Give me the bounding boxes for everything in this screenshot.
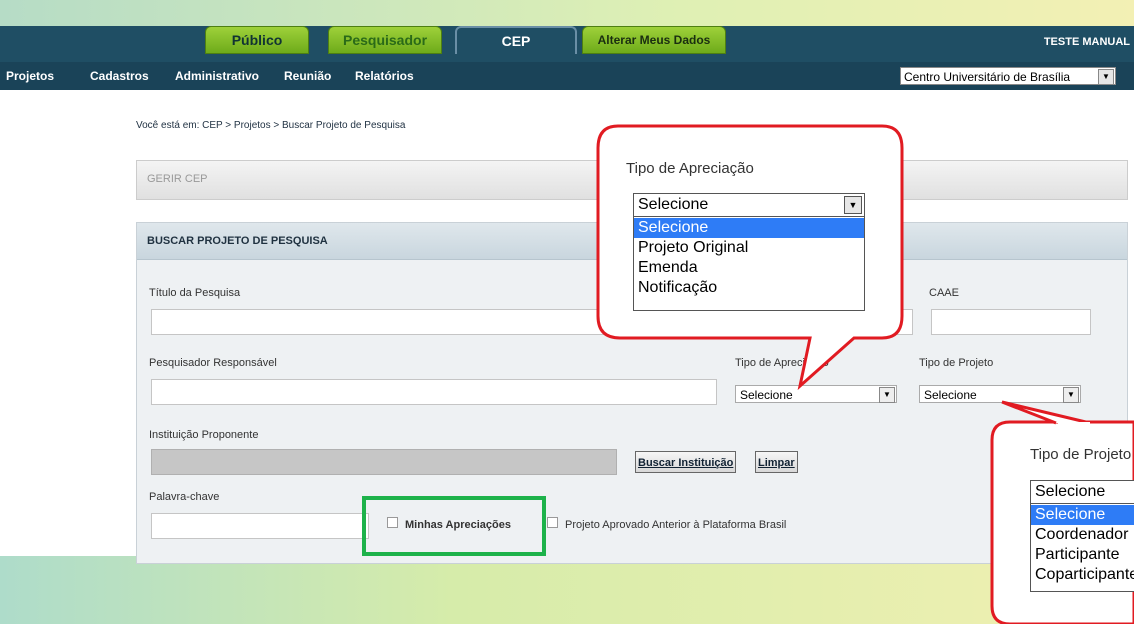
projeto-aprovado-checkbox[interactable] [547,517,558,528]
tab-bar: Público Pesquisador CEP Alterar Meus Dad… [0,26,1134,62]
titulo-label: Título da Pesquisa [149,287,241,299]
menu-item-relatorios[interactable]: Relatórios [355,62,414,90]
menu-item-projetos[interactable]: Projetos [6,62,54,90]
callout-apreciacao-title: Tipo de Apreciação [626,160,754,177]
institution-select[interactable]: Centro Universitário de Brasília ▼ [900,67,1116,85]
buscar-instituicao-button[interactable]: Buscar Instituição [635,451,737,473]
limpar-button[interactable]: Limpar [755,451,798,473]
dropdown-option[interactable]: Coordenador [1031,525,1134,545]
chevron-down-icon: ▼ [844,196,862,214]
tab-publico[interactable]: Público [205,26,309,54]
callout-apreciacao-dropdown[interactable]: Selecione ▼ Selecione Projeto Original Eme… [633,193,865,311]
dropdown-option[interactable]: Selecione [634,218,864,238]
callout-apreciacao-options: Selecione Projeto Original Emenda Notificaç… [634,218,864,298]
panel-title: BUSCAR PROJETO DE PESQUISA [147,235,328,247]
tipo-projeto-label: Tipo de Projeto [919,357,994,369]
dropdown-option[interactable]: Notificação [634,278,864,298]
user-name: TESTE MANUAL [1043,36,1130,48]
chevron-down-icon: ▼ [1098,69,1114,85]
dropdown-option[interactable]: Projeto Original [634,238,864,258]
breadcrumb: Você está em: CEP > Projetos > Buscar Pr… [136,120,406,131]
left-margin [0,90,108,556]
palavra-chave-input[interactable] [151,513,369,539]
instituicao-input [151,449,617,475]
caae-label: CAAE [929,287,959,299]
callout-apreciacao-selected-value: Selecione [638,196,709,213]
callout-projeto-title: Tipo de Projeto [1030,446,1132,463]
caae-input[interactable] [931,309,1091,335]
palavra-chave-label: Palavra-chave [149,491,220,503]
callout-projeto-pointer [1001,400,1091,426]
dropdown-option[interactable]: Emenda [634,258,864,278]
menu-item-cadastros[interactable]: Cadastros [90,62,149,90]
tipo-projeto-value: Selecione [924,388,977,402]
top-strip [0,0,1134,26]
tab-pesquisador[interactable]: Pesquisador [328,26,442,54]
highlight-box-minhas-apreciacoes [362,496,546,556]
menu-item-administrativo[interactable]: Administrativo [175,62,259,90]
callout-apreciacao-selected[interactable]: Selecione ▼ [634,194,864,217]
instituicao-label: Instituição Proponente [149,429,259,441]
menu-item-reuniao[interactable]: Reunião [284,62,331,90]
callout-projeto-dropdown[interactable]: Selecione Selecione Coordenador Participan… [1030,480,1134,592]
callout-projeto-selected-value: Selecione [1035,483,1106,500]
dropdown-option[interactable]: Coparticipante [1031,565,1134,585]
callout-projeto-options: Selecione Coordenador Participante Copartic… [1031,505,1134,585]
tab-alterar-meus-dados[interactable]: Alterar Meus Dados [582,26,726,54]
institution-select-value: Centro Universitário de Brasília [904,70,1071,84]
callout-projeto-selected[interactable]: Selecione [1031,481,1134,504]
tab-cep[interactable]: CEP [455,26,577,54]
dropdown-option[interactable]: Selecione [1031,505,1134,525]
dropdown-option[interactable]: Participante [1031,545,1134,565]
projeto-aprovado-label: Projeto Aprovado Anterior à Plataforma B… [565,519,787,531]
gerir-cep-title: GERIR CEP [147,173,208,185]
pesquisador-label: Pesquisador Responsável [149,357,277,369]
